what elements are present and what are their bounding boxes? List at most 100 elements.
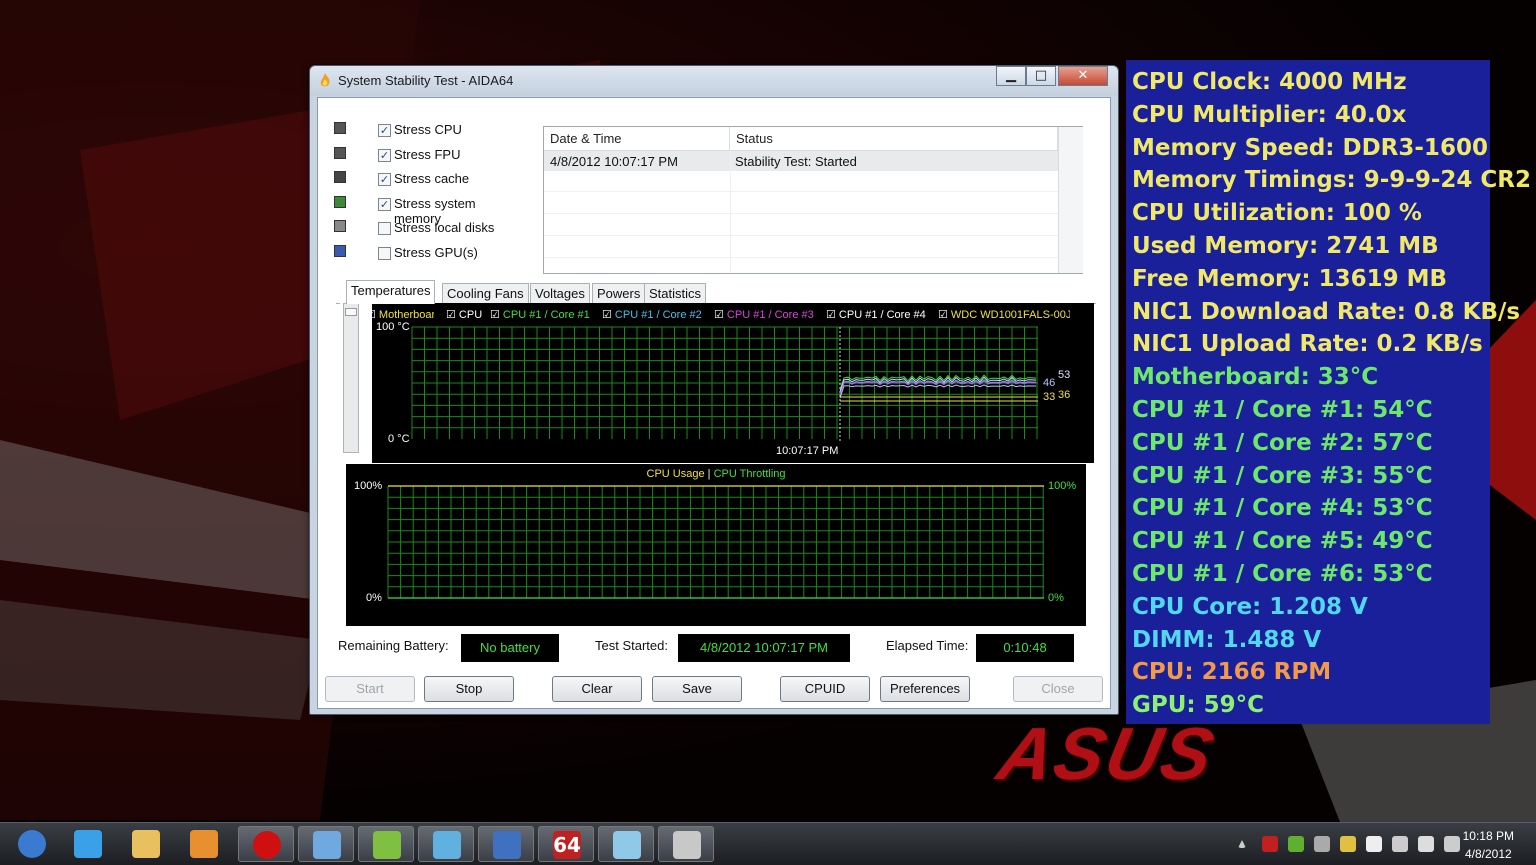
- outlook-icon: [673, 831, 701, 859]
- chat-icon: [433, 831, 461, 859]
- asus-logo: ASUS: [991, 712, 1223, 795]
- volume-icon[interactable]: [1392, 836, 1408, 852]
- log-row-status: Stability Test: Started: [735, 154, 857, 169]
- taskbar-button[interactable]: [598, 826, 654, 862]
- stress-checkbox[interactable]: [378, 247, 391, 260]
- taskbar-button[interactable]: [60, 826, 116, 862]
- log-grid-line: [544, 213, 1058, 214]
- stress-option[interactable]: ✓ Stress cache: [334, 169, 524, 191]
- tab-temperatures[interactable]: Temperatures: [346, 280, 436, 304]
- stress-option[interactable]: ✓ Stress CPU: [334, 120, 524, 142]
- tab-statistics[interactable]: Statistics: [644, 283, 707, 303]
- stress-option-label: Stress cache: [394, 171, 470, 187]
- stress-option[interactable]: Stress local disks: [334, 218, 524, 240]
- log-scrollbar[interactable]: [1058, 127, 1083, 273]
- gpu-card-icon: [334, 245, 346, 257]
- temp-end-value: 33: [1043, 391, 1056, 403]
- osd-line: CPU Clock: 4000 MHz: [1132, 69, 1407, 95]
- osd-line: NIC1 Download Rate: 0.8 KB/s: [1132, 298, 1521, 325]
- maximize-button[interactable]: □: [1026, 66, 1056, 86]
- window-title: System Stability Test - AIDA64: [338, 73, 514, 88]
- cpuid-button[interactable]: CPUID: [780, 676, 870, 702]
- log-column-datetime[interactable]: Date & Time: [544, 127, 730, 151]
- clear-button[interactable]: Clear: [552, 676, 642, 702]
- elapsed-time-label: Elapsed Time:: [886, 638, 969, 653]
- usage-y-max-left: 100%: [354, 480, 383, 492]
- file-explorer-icon: [132, 830, 160, 858]
- legend-cpu-usage: CPU Usage: [646, 468, 705, 480]
- preferences-button[interactable]: Preferences: [880, 676, 970, 702]
- tab-powers[interactable]: Powers: [592, 283, 646, 303]
- stress-checkbox[interactable]: ✓: [378, 197, 391, 211]
- taskbar-button[interactable]: [4, 826, 60, 862]
- stress-checkbox[interactable]: ✓: [378, 173, 391, 187]
- messenger-icon: [373, 831, 401, 859]
- aida64-tray-icon[interactable]: [1262, 836, 1278, 852]
- security-tray-icon[interactable]: [1366, 836, 1382, 852]
- network-tray-icon[interactable]: [1314, 836, 1330, 852]
- aida64-flame-icon: [320, 73, 330, 87]
- close-window-button[interactable]: ✕: [1058, 66, 1108, 86]
- osd-line: CPU #1 / Core #6: 53°C: [1132, 560, 1433, 587]
- temp-time-label: 10:07:17 PM: [776, 445, 839, 457]
- osd-line: CPU #1 / Core #5: 49°C: [1132, 528, 1433, 555]
- legend-cpu-throttling: CPU Throttling: [713, 468, 786, 480]
- app-tray-icon[interactable]: [1340, 836, 1356, 852]
- osd-line: NIC1 Upload Rate: 0.2 KB/s: [1132, 331, 1483, 358]
- start-orb-icon: [18, 830, 46, 858]
- taskbar-button[interactable]: 64: [538, 826, 594, 862]
- usage-y-max-right: 100%: [1048, 480, 1077, 492]
- start-button[interactable]: Start: [325, 676, 415, 702]
- stress-checkbox[interactable]: [378, 222, 391, 236]
- taskbar-button[interactable]: [118, 826, 174, 862]
- taskbar-button[interactable]: [658, 826, 714, 862]
- osd-line: CPU #1 / Core #3: 55°C: [1132, 462, 1433, 489]
- stop-button[interactable]: Stop: [424, 676, 514, 702]
- stress-option[interactable]: ✓ Stress FPU: [334, 145, 524, 167]
- show-hidden-icon[interactable]: [1238, 840, 1246, 848]
- save-button[interactable]: Save: [652, 676, 742, 702]
- stress-option[interactable]: ✓ Stress system memory: [334, 194, 524, 226]
- taskbar-button[interactable]: [418, 826, 474, 862]
- temp-end-value: 36: [1058, 389, 1071, 401]
- stress-option[interactable]: Stress GPU(s): [334, 243, 524, 265]
- stress-checkbox[interactable]: ✓: [378, 148, 391, 162]
- taskbar-button[interactable]: [238, 826, 294, 862]
- cpu-chip-icon: [334, 122, 346, 134]
- tab-voltages[interactable]: Voltages: [530, 283, 590, 303]
- nvidia-icon[interactable]: [1288, 836, 1304, 852]
- osd-line: CPU #1 / Core #4: 53°C: [1132, 495, 1433, 522]
- log-column-status[interactable]: Status: [730, 127, 1058, 151]
- internet-explorer-icon: [74, 830, 102, 858]
- log-row-datetime: 4/8/2012 10:07:17 PM: [550, 154, 678, 169]
- osd-line: CPU Multiplier: 40.0x: [1132, 101, 1407, 128]
- stress-option-label: Stress FPU: [394, 146, 461, 162]
- usage-y-min-left: 0%: [366, 592, 382, 604]
- osd-line: Free Memory: 13619 MB: [1132, 265, 1448, 292]
- minimize-button[interactable]: ▁: [996, 66, 1026, 86]
- temp-y-min: 0 °C: [388, 433, 410, 445]
- taskbar-button[interactable]: [176, 826, 232, 862]
- display-icon[interactable]: [1444, 836, 1460, 852]
- log-grid-line: [544, 235, 1058, 236]
- stability-test-window: System Stability Test - AIDA64 ▁ □ ✕ ✓ St…: [309, 65, 1119, 715]
- temp-y-max: 100 °C: [376, 321, 410, 333]
- temp-end-value: 53: [1058, 369, 1071, 381]
- disk-drive-icon: [334, 220, 346, 233]
- title-bar[interactable]: System Stability Test - AIDA64 ▁ □ ✕: [310, 66, 1118, 96]
- close-button[interactable]: Close: [1013, 676, 1103, 702]
- taskbar-button[interactable]: [298, 826, 354, 862]
- osd-line: Memory Speed: DDR3-1600: [1132, 134, 1488, 161]
- stress-checkbox[interactable]: ✓: [378, 124, 391, 137]
- taskbar-button[interactable]: [478, 826, 534, 862]
- legend-separator: |: [707, 468, 711, 480]
- tab-cooling-fans[interactable]: Cooling Fans: [442, 283, 529, 303]
- stress-option-label: Stress GPU(s): [394, 245, 478, 260]
- opera-icon: [253, 831, 281, 859]
- cpu-line: [839, 376, 1037, 393]
- taskbar-clock[interactable]: 10:18 PM 4/8/2012: [1463, 827, 1514, 863]
- temperature-graph: ☑ Motherboard☑ CPU☑ CPU #1 / Core #1☑ CP…: [340, 303, 1094, 463]
- test-log-table[interactable]: Date & Time Status 4/8/2012 10:07:17 PM …: [543, 126, 1083, 274]
- flag-icon[interactable]: [1418, 836, 1434, 852]
- taskbar-button[interactable]: [358, 826, 414, 862]
